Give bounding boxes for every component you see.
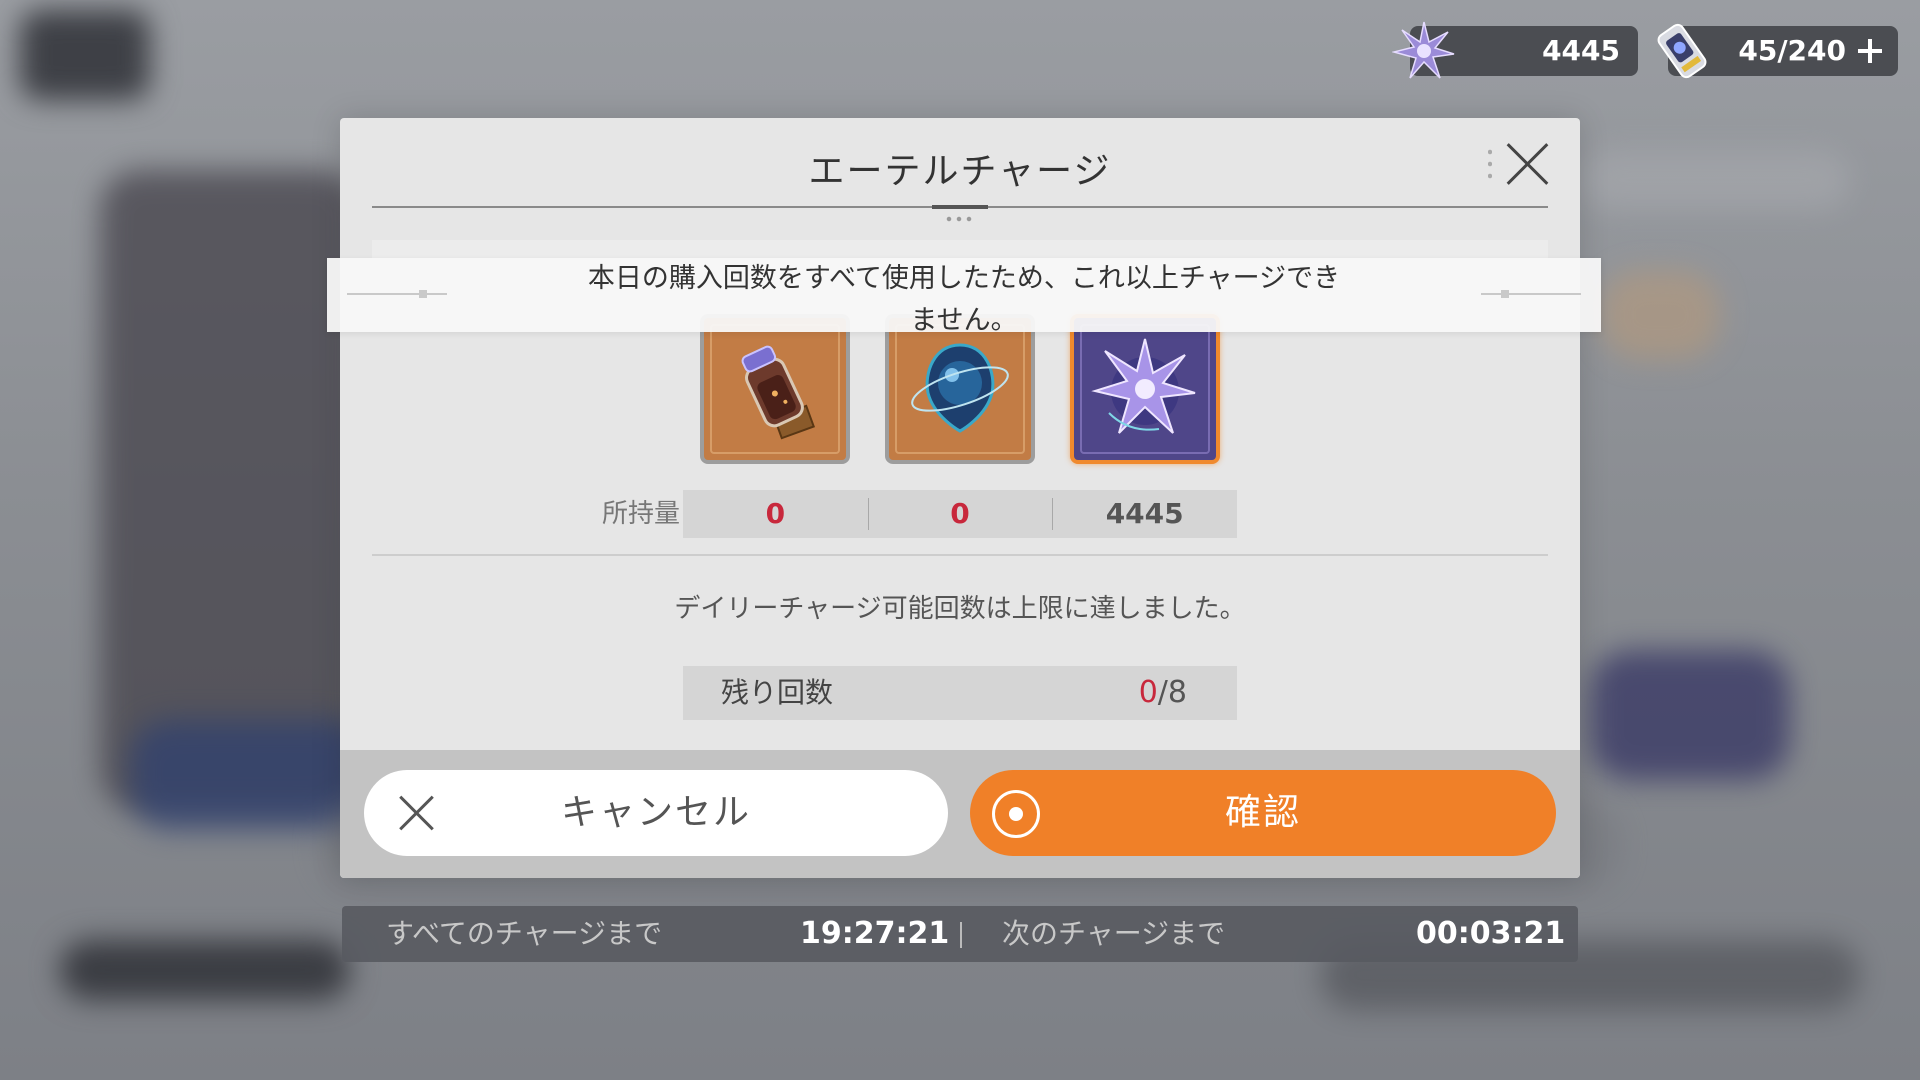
- divider-dots-icon: [1488, 146, 1492, 182]
- toast-ornament: [1481, 290, 1581, 298]
- remaining-count: 残り回数 0/8: [683, 666, 1237, 720]
- all-charge-label: すべてのチャージまで: [386, 917, 663, 950]
- remaining-total: /8: [1157, 675, 1187, 710]
- add-stamina-plus-icon[interactable]: [1856, 37, 1884, 65]
- timer-separator: [960, 922, 962, 948]
- next-charge-time: 00:03:21: [1416, 916, 1566, 951]
- toast-message: 本日の購入回数をすべて使用したため、これ以上チャージできません。: [587, 263, 1341, 336]
- orb-icon: [911, 343, 1009, 433]
- star-crystal-icon: [1392, 21, 1455, 79]
- background-shape: [1580, 150, 1850, 210]
- confirm-label: 確認: [1224, 792, 1301, 833]
- divider-dots-icon: [944, 216, 976, 222]
- cancel-button[interactable]: キャンセル: [364, 770, 948, 856]
- close-icon[interactable]: [1502, 138, 1552, 188]
- owned-label: 所持量: [601, 499, 680, 529]
- star-crystal-icon: [1091, 338, 1196, 434]
- cancel-label: キャンセル: [560, 792, 751, 833]
- stamina-currency: 45/240: [1657, 23, 1898, 79]
- remaining-value: 0/8: [1139, 666, 1187, 720]
- background-shape: [100, 170, 360, 810]
- remaining-current: 0: [1138, 675, 1158, 710]
- limit-notice: デイリーチャージ可能回数は上限に達しました。: [674, 594, 1246, 624]
- remaining-label: 残り回数: [721, 676, 834, 709]
- ether-charge-dialog: エーテルチャージ 所持量 0 0 4445 デイリーチャージ可能回数は上限に達し…: [340, 118, 1580, 878]
- toast-ornament: [347, 290, 447, 298]
- background-shape: [1600, 270, 1720, 360]
- dialog-footer: キャンセル 確認: [340, 750, 1580, 878]
- section-divider: [372, 554, 1548, 556]
- crystal-currency: 4445: [1392, 21, 1638, 79]
- title-divider: [372, 205, 1548, 209]
- all-charge-time: 19:27:21: [800, 916, 950, 951]
- purchase-limit-toast: 本日の購入回数をすべて使用したため、これ以上チャージできません。: [327, 258, 1601, 336]
- confirm-button[interactable]: 確認: [970, 770, 1556, 856]
- battery-cell-icon: [1657, 23, 1707, 79]
- dialog-title: エーテルチャージ: [808, 151, 1112, 192]
- background-shape: [60, 940, 350, 1000]
- background-shape: [1590, 650, 1790, 780]
- owned-amount-potion: 0: [765, 497, 786, 530]
- stamina-amount: 45/240: [1738, 34, 1846, 67]
- owned-amount-star-crystal: 4445: [1052, 490, 1237, 538]
- background-shape: [20, 10, 150, 100]
- crystal-amount: 4445: [1542, 34, 1620, 67]
- next-charge-label: 次のチャージまで: [1002, 917, 1226, 950]
- charge-timer-bar: すべてのチャージまで 19:27:21 次のチャージまで 00:03:21: [342, 906, 1578, 962]
- owned-amount-orb: 0: [867, 490, 1053, 538]
- owned-amounts-row: 0 0 4445: [683, 490, 1237, 538]
- potion-bottle-icon: [741, 345, 816, 440]
